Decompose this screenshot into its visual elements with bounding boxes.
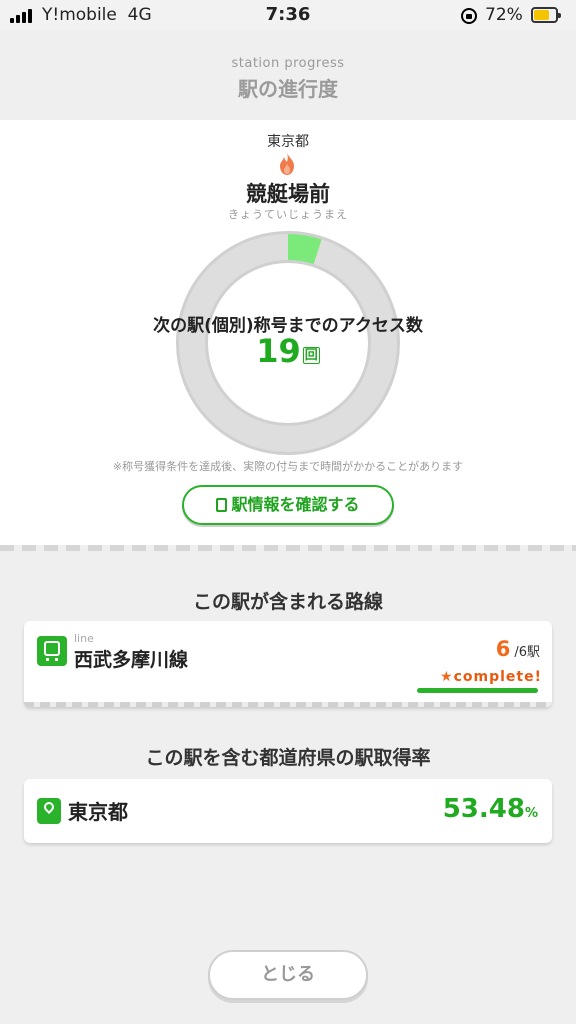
remaining-count-unit: 回 <box>302 347 320 364</box>
line-name: 西武多摩川線 <box>74 649 189 671</box>
page-subtitle: station progress <box>231 56 345 71</box>
prefecture-section-title: この駅を含む都道府県の駅取得率 <box>145 747 431 769</box>
close-button[interactable]: とじる <box>208 950 368 1000</box>
map-pin-icon <box>37 798 61 824</box>
prefecture-card[interactable]: 東京都 53.48% <box>24 779 552 843</box>
prefecture-rate-value: 53.48 <box>442 794 525 824</box>
complete-badge-label: complete! <box>453 669 542 685</box>
battery-icon <box>531 7 561 23</box>
star-icon: ★ <box>440 669 454 685</box>
lines-section-title: この駅が含まれる路線 <box>192 591 383 613</box>
station-info-button-label: 駅情報を確認する <box>231 495 360 514</box>
prefecture-rate-unit: % <box>524 806 538 821</box>
remaining-count-value: 19 <box>256 332 301 370</box>
line-station-count: 6/6駅 <box>496 637 540 661</box>
station-kana: きょうていじょうまえ <box>228 208 348 221</box>
station-card: 東京都 競艇場前 きょうていじょうまえ 次の駅(個別)称号までのアクセス数 19… <box>0 120 576 545</box>
divider <box>0 545 576 551</box>
station-name: 競艇場前 <box>246 182 330 206</box>
page-title: 駅の進行度 <box>238 77 338 101</box>
battery-percent: 72% <box>485 5 523 25</box>
status-bar: Y!mobile 4G 7:36 72% <box>0 0 576 30</box>
prefecture-name: 東京都 <box>68 800 128 824</box>
complete-progress-bar <box>417 688 538 693</box>
rotation-lock-icon <box>461 8 477 24</box>
station-prefecture: 東京都 <box>267 134 309 150</box>
acquisition-note: ※称号獲得条件を達成後、実際の付与まで時間がかかることがあります <box>112 460 464 473</box>
line-total-count: /6駅 <box>514 645 540 660</box>
prefecture-rate: 53.48% <box>443 794 538 824</box>
line-card[interactable]: line 西武多摩川線 6/6駅 ★complete! <box>24 621 552 707</box>
flame-icon <box>280 153 294 175</box>
station-info-button[interactable]: 駅情報を確認する <box>182 485 394 525</box>
train-icon <box>216 498 228 512</box>
line-sub-label: line <box>74 632 94 645</box>
page-header: station progress 駅の進行度 <box>0 30 576 120</box>
complete-badge: ★complete! <box>440 669 542 685</box>
train-icon <box>37 636 67 666</box>
remaining-count: 19 回 <box>0 332 576 370</box>
line-acquired-count: 6 <box>495 637 511 661</box>
